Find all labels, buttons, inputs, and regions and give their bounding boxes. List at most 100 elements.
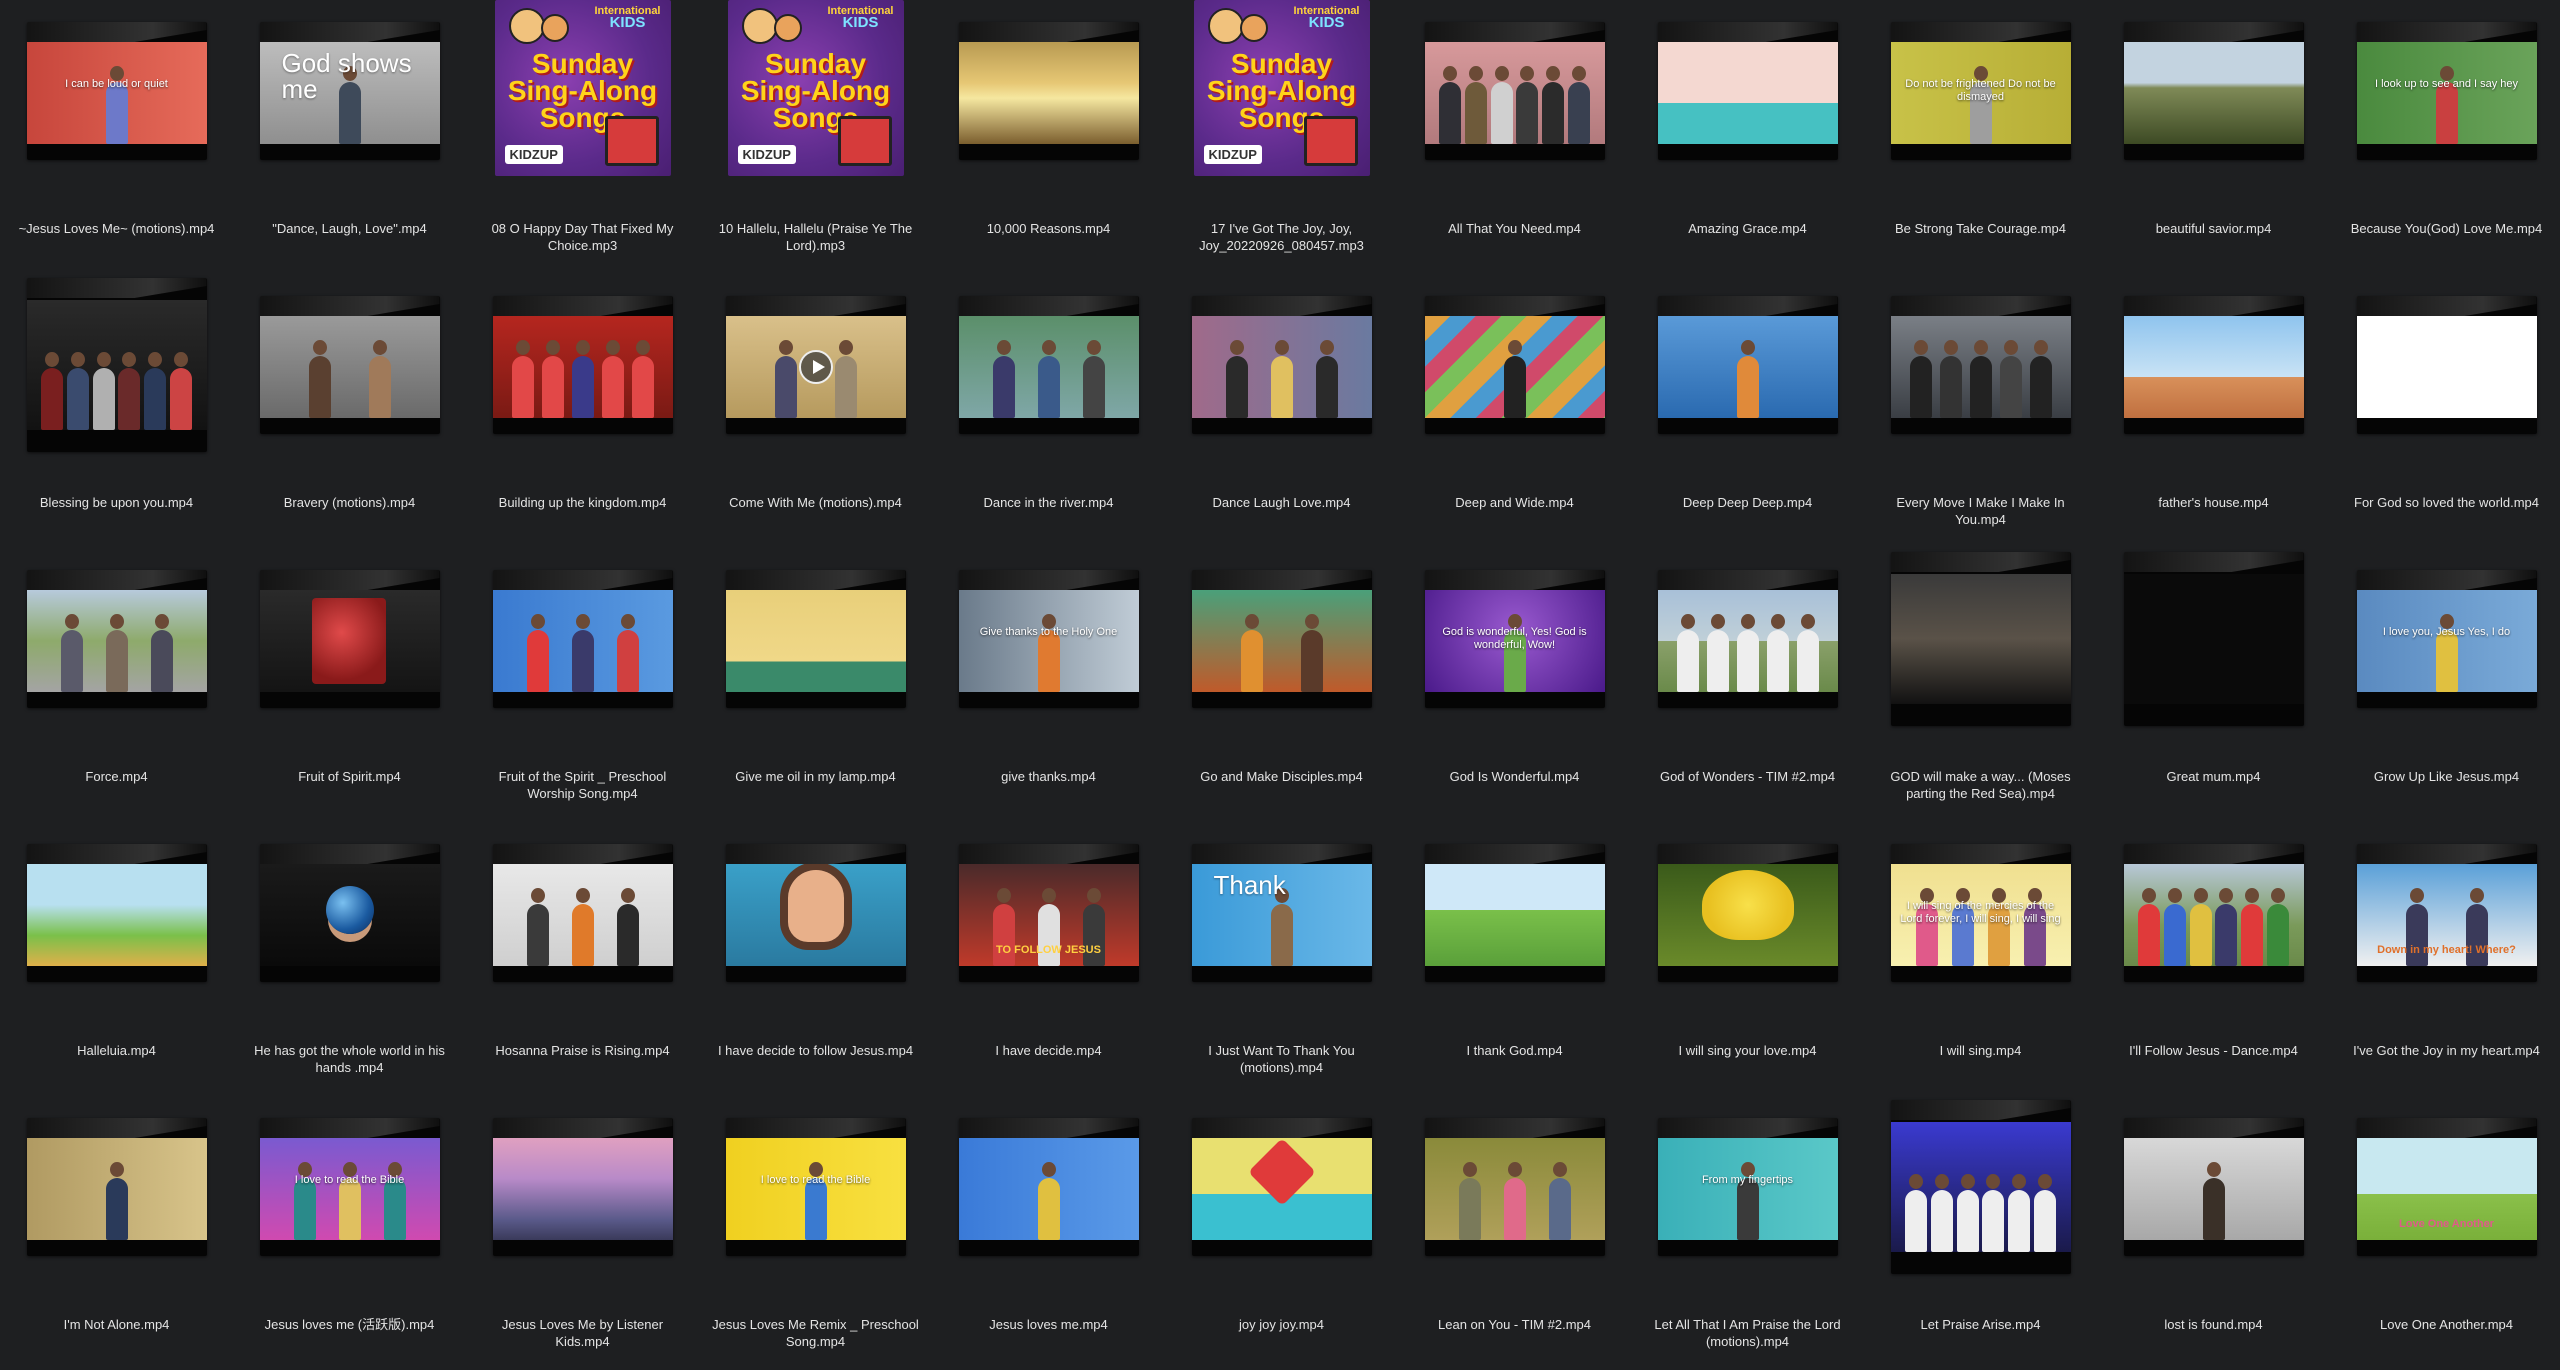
file-item-17-i-ve-got-the-joy-joy-joy-20220926-080[interactable]: International KIDS Sunday Sing-Along Songs … — [1165, 0, 1398, 274]
video-thumbnail[interactable] — [958, 22, 1139, 160]
video-thumbnail[interactable]: I love to read the Bible — [725, 1118, 906, 1256]
file-item-i-ve-got-the-joy-in-my-heart-mp4[interactable]: Down in my heart! Where? I've Got the Joy… — [2330, 822, 2560, 1096]
file-item-08-o-happy-day-that-fixed-my-choice-mp3[interactable]: International KIDS Sunday Sing-Along Songs … — [466, 0, 699, 274]
video-thumbnail[interactable]: TO FOLLOW JESUS — [958, 844, 1139, 982]
file-name-label[interactable]: God Is Wonderful.mp4 — [1408, 768, 1621, 785]
file-item-jesus-loves-me-by-listener-kids-mp4[interactable]: Jesus Loves Me by Listener Kids.mp4 — [466, 1096, 699, 1370]
file-name-label[interactable]: Be Strong Take Courage.mp4 — [1874, 220, 2087, 237]
file-item-10-000-reasons-mp4[interactable]: 10,000 Reasons.mp4 — [932, 0, 1165, 274]
file-item-god-of-wonders-tim-2-mp4[interactable]: God of Wonders - TIM #2.mp4 — [1631, 548, 1864, 822]
file-name-label[interactable]: Fruit of Spirit.mp4 — [243, 768, 456, 785]
video-thumbnail[interactable] — [1424, 1118, 1605, 1256]
file-name-label[interactable]: Grow Up Like Jesus.mp4 — [2340, 768, 2553, 785]
file-name-label[interactable]: Hosanna Praise is Rising.mp4 — [476, 1042, 689, 1059]
file-name-label[interactable]: give thanks.mp4 — [942, 768, 1155, 785]
file-name-label[interactable]: He has got the whole world in his hands … — [243, 1042, 456, 1076]
video-thumbnail[interactable] — [1191, 570, 1372, 708]
video-thumbnail[interactable]: I love you, Jesus Yes, I do — [2356, 570, 2537, 708]
video-thumbnail[interactable] — [492, 844, 673, 982]
file-item-i-thank-god-mp4[interactable]: I thank God.mp4 — [1398, 822, 1631, 1096]
file-name-label[interactable]: beautiful savior.mp4 — [2107, 220, 2320, 237]
file-item-10-hallelu-hallelu-praise-ye-the-lord-mp[interactable]: International KIDS Sunday Sing-Along Songs … — [699, 0, 932, 274]
file-name-label[interactable]: I have decide.mp4 — [942, 1042, 1155, 1059]
file-item-joy-joy-joy-mp4[interactable]: joy joy joy.mp4 — [1165, 1096, 1398, 1370]
file-name-label[interactable]: "Dance, Laugh, Love".mp4 — [243, 220, 456, 237]
file-name-label[interactable]: Let All That I Am Praise the Lord (motio… — [1641, 1316, 1854, 1350]
video-thumbnail[interactable] — [26, 1118, 207, 1256]
video-thumbnail[interactable] — [2123, 552, 2304, 726]
file-item-beautiful-savior-mp4[interactable]: beautiful savior.mp4 — [2097, 0, 2330, 274]
file-item-give-me-oil-in-my-lamp-mp4[interactable]: Give me oil in my lamp.mp4 — [699, 548, 932, 822]
file-item-go-and-make-disciples-mp4[interactable]: Go and Make Disciples.mp4 — [1165, 548, 1398, 822]
video-thumbnail[interactable] — [1657, 22, 1838, 160]
video-thumbnail[interactable] — [1890, 1100, 2071, 1274]
file-item-he-has-got-the-whole-world-in-his-hands-[interactable]: He has got the whole world in his hands … — [233, 822, 466, 1096]
file-item-grow-up-like-jesus-mp4[interactable]: I love you, Jesus Yes, I do Grow Up Like … — [2330, 548, 2560, 822]
file-item-dance-in-the-river-mp4[interactable]: Dance in the river.mp4 — [932, 274, 1165, 548]
file-name-label[interactable]: Love One Another.mp4 — [2340, 1316, 2553, 1333]
video-thumbnail[interactable] — [2123, 844, 2304, 982]
video-thumbnail[interactable] — [26, 278, 207, 452]
file-item-building-up-the-kingdom-mp4[interactable]: Building up the kingdom.mp4 — [466, 274, 699, 548]
file-name-label[interactable]: Building up the kingdom.mp4 — [476, 494, 689, 511]
file-name-label[interactable]: Jesus loves me (活跃版).mp4 — [243, 1316, 456, 1333]
video-thumbnail[interactable] — [1657, 296, 1838, 434]
file-item-i-m-not-alone-mp4[interactable]: I'm Not Alone.mp4 — [0, 1096, 233, 1370]
file-item-i-ll-follow-jesus-dance-mp4[interactable]: I'll Follow Jesus - Dance.mp4 — [2097, 822, 2330, 1096]
file-item-for-god-so-loved-the-world-mp4[interactable]: For God so loved the world.mp4 — [2330, 274, 2560, 548]
file-item-jesus-loves-me-mp4[interactable]: I love to read the Bible Jesus loves me (… — [233, 1096, 466, 1370]
video-thumbnail[interactable] — [1890, 296, 2071, 434]
file-item-dance-laugh-love-mp4[interactable]: Dance Laugh Love.mp4 — [1165, 274, 1398, 548]
file-item-every-move-i-make-i-make-in-you-mp4[interactable]: Every Move I Make I Make In You.mp4 — [1864, 274, 2097, 548]
file-name-label[interactable]: Bravery (motions).mp4 — [243, 494, 456, 511]
file-item-blessing-be-upon-you-mp4[interactable]: Blessing be upon you.mp4 — [0, 274, 233, 548]
video-thumbnail[interactable] — [1424, 296, 1605, 434]
video-thumbnail[interactable] — [492, 570, 673, 708]
file-name-label[interactable]: I will sing your love.mp4 — [1641, 1042, 1854, 1059]
file-name-label[interactable]: Great mum.mp4 — [2107, 768, 2320, 785]
file-name-label[interactable]: Force.mp4 — [10, 768, 223, 785]
file-name-label[interactable]: lost is found.mp4 — [2107, 1316, 2320, 1333]
file-name-label[interactable]: 10,000 Reasons.mp4 — [942, 220, 1155, 237]
video-thumbnail[interactable] — [492, 1118, 673, 1256]
file-name-label[interactable]: I thank God.mp4 — [1408, 1042, 1621, 1059]
file-item-i-just-want-to-thank-you-motions-mp4[interactable]: Thank I Just Want To Thank You (motions).… — [1165, 822, 1398, 1096]
video-thumbnail[interactable] — [259, 844, 440, 982]
video-thumbnail[interactable] — [1424, 844, 1605, 982]
file-name-label[interactable]: Every Move I Make I Make In You.mp4 — [1874, 494, 2087, 528]
file-name-label[interactable]: Because You(God) Love Me.mp4 — [2340, 220, 2553, 237]
video-thumbnail[interactable]: I can be loud or quiet — [26, 22, 207, 160]
file-item-deep-and-wide-mp4[interactable]: Deep and Wide.mp4 — [1398, 274, 1631, 548]
video-thumbnail[interactable]: Thank — [1191, 844, 1372, 982]
file-name-label[interactable]: God of Wonders - TIM #2.mp4 — [1641, 768, 1854, 785]
file-item-jesus-loves-me-mp4[interactable]: Jesus loves me.mp4 — [932, 1096, 1165, 1370]
video-thumbnail[interactable]: Love One Another — [2356, 1118, 2537, 1256]
video-thumbnail[interactable] — [958, 1118, 1139, 1256]
file-name-label[interactable]: father's house.mp4 — [2107, 494, 2320, 511]
video-thumbnail[interactable] — [259, 570, 440, 708]
video-thumbnail[interactable] — [1191, 296, 1372, 434]
file-name-label[interactable]: I'll Follow Jesus - Dance.mp4 — [2107, 1042, 2320, 1059]
video-thumbnail[interactable] — [259, 296, 440, 434]
file-item-i-will-sing-your-love-mp4[interactable]: I will sing your love.mp4 — [1631, 822, 1864, 1096]
file-name-label[interactable]: Deep Deep Deep.mp4 — [1641, 494, 1854, 511]
file-item-deep-deep-deep-mp4[interactable]: Deep Deep Deep.mp4 — [1631, 274, 1864, 548]
video-thumbnail[interactable]: From my fingertips — [1657, 1118, 1838, 1256]
file-name-label[interactable]: Blessing be upon you.mp4 — [10, 494, 223, 511]
video-thumbnail[interactable] — [2356, 296, 2537, 434]
file-name-label[interactable]: Deep and Wide.mp4 — [1408, 494, 1621, 511]
file-name-label[interactable]: Let Praise Arise.mp4 — [1874, 1316, 2087, 1333]
video-thumbnail[interactable] — [26, 844, 207, 982]
video-thumbnail[interactable] — [1890, 552, 2071, 726]
video-thumbnail[interactable]: Down in my heart! Where? — [2356, 844, 2537, 982]
file-item-lost-is-found-mp4[interactable]: lost is found.mp4 — [2097, 1096, 2330, 1370]
video-thumbnail[interactable] — [2123, 22, 2304, 160]
file-name-label[interactable]: I'm Not Alone.mp4 — [10, 1316, 223, 1333]
file-name-label[interactable]: Come With Me (motions).mp4 — [709, 494, 922, 511]
play-icon[interactable] — [798, 350, 833, 384]
video-thumbnail[interactable] — [1424, 22, 1605, 160]
file-name-label[interactable]: Dance in the river.mp4 — [942, 494, 1155, 511]
file-item-jesus-loves-me-remix-preschool-song-mp4[interactable]: I love to read the Bible Jesus Loves Me R… — [699, 1096, 932, 1370]
file-name-label[interactable]: ~Jesus Loves Me~ (motions).mp4 — [10, 220, 223, 237]
file-item-let-all-that-i-am-praise-the-lord-motion[interactable]: From my fingertips Let All That I Am Prai… — [1631, 1096, 1864, 1370]
